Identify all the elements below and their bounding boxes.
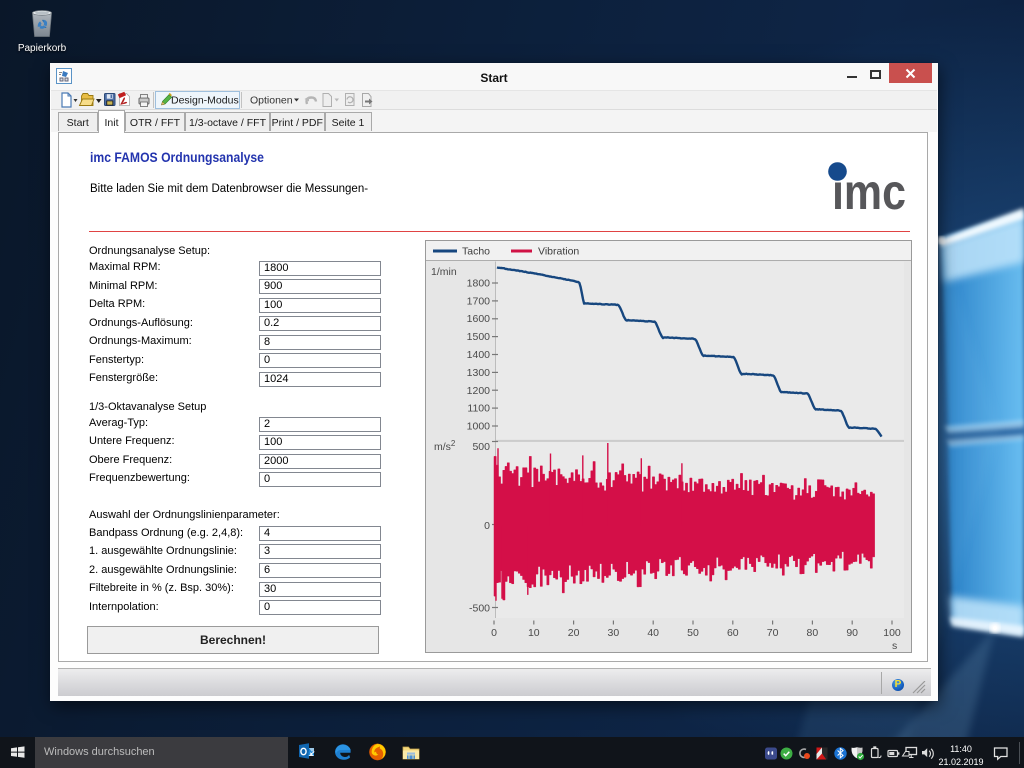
svg-text:70: 70: [767, 627, 779, 639]
svg-text:90: 90: [846, 627, 858, 639]
svg-text:1200: 1200: [467, 385, 491, 397]
svg-text:1400: 1400: [467, 349, 491, 361]
svg-text:ımc: ımc: [832, 164, 906, 215]
svg-text:60: 60: [727, 627, 739, 639]
svg-text:20: 20: [568, 627, 580, 639]
svg-text:100: 100: [883, 627, 901, 639]
svg-text:Vibration: Vibration: [538, 246, 579, 258]
svg-text:s: s: [892, 640, 897, 652]
svg-text:1000: 1000: [467, 421, 491, 433]
svg-text:30: 30: [608, 627, 620, 639]
svg-text:0: 0: [491, 627, 497, 639]
svg-text:1500: 1500: [467, 331, 491, 343]
svg-text:1300: 1300: [467, 367, 491, 379]
svg-text:500: 500: [472, 441, 490, 453]
svg-text:50: 50: [687, 627, 699, 639]
svg-text:Optionen: Optionen: [250, 95, 293, 107]
svg-text:1100: 1100: [467, 403, 490, 415]
svg-text:80: 80: [807, 627, 819, 639]
svg-text:40: 40: [647, 627, 659, 639]
svg-text:10: 10: [528, 627, 540, 639]
svg-text:1600: 1600: [467, 313, 491, 325]
svg-text:1800: 1800: [467, 278, 491, 290]
svg-text:Design-Modus: Design-Modus: [171, 95, 239, 107]
svg-text:1700: 1700: [467, 295, 491, 307]
svg-text:-500: -500: [469, 603, 490, 615]
svg-text:0: 0: [484, 520, 490, 532]
svg-text:Tacho: Tacho: [462, 246, 490, 258]
svg-text:1/min: 1/min: [431, 266, 457, 278]
